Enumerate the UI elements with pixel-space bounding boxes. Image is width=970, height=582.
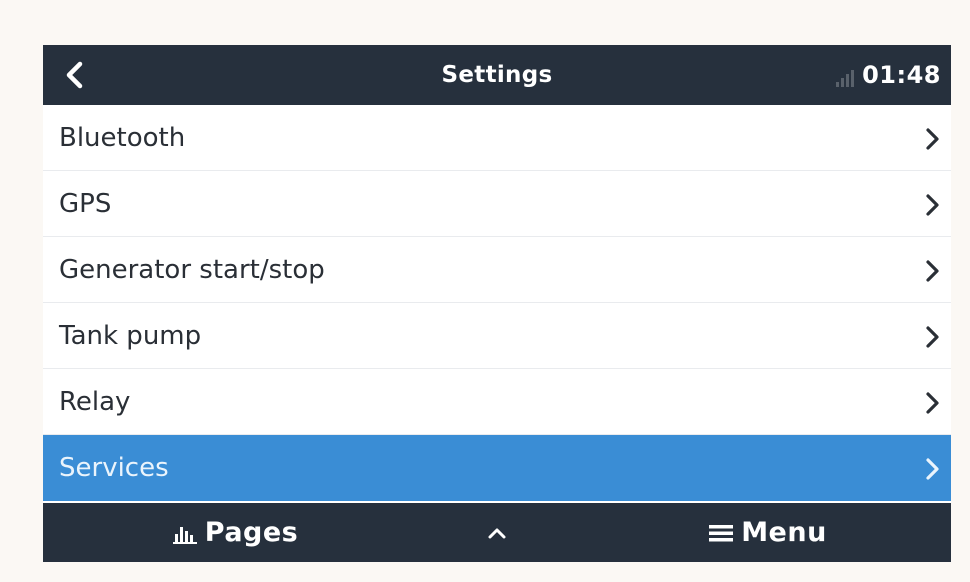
status-area: 01:48 (836, 45, 941, 105)
clock-time: 01:48 (862, 61, 941, 89)
menu-item-gps[interactable]: GPS (43, 171, 951, 237)
menu-button[interactable]: Menu (693, 503, 843, 562)
bar-chart-icon (172, 526, 197, 544)
menu-item-label: Tank pump (59, 321, 202, 351)
chevron-up-icon (488, 528, 506, 538)
chevron-right-icon (926, 458, 939, 480)
menu-item-label: Bluetooth (59, 123, 186, 153)
menu-label: Menu (741, 517, 827, 548)
top-bar: Settings 01:48 (43, 45, 951, 105)
menu-item-label: Generator start/stop (59, 255, 325, 285)
chevron-right-icon (926, 260, 939, 282)
chevron-right-icon (926, 326, 939, 348)
menu-item-generator-start-stop[interactable]: Generator start/stop (43, 237, 951, 303)
hamburger-menu-icon (709, 524, 734, 541)
menu-item-bluetooth[interactable]: Bluetooth (43, 105, 951, 171)
signal-strength-icon (836, 69, 855, 87)
page-title: Settings (441, 62, 553, 88)
settings-list: Bluetooth GPS Generator start/stop Tank … (43, 105, 951, 501)
up-button[interactable] (463, 503, 531, 562)
menu-item-tank-pump[interactable]: Tank pump (43, 303, 951, 369)
menu-item-label: Relay (59, 387, 131, 417)
chevron-right-icon (926, 194, 939, 216)
menu-item-label: Services (59, 453, 169, 483)
pages-label: Pages (204, 517, 299, 548)
menu-item-services[interactable]: Services (43, 435, 951, 501)
chevron-left-icon (66, 61, 83, 89)
back-button[interactable] (43, 45, 105, 105)
menu-item-relay[interactable]: Relay (43, 369, 951, 435)
chevron-right-icon (926, 392, 939, 414)
device-screen: Settings 01:48 Bluetooth GPS Generator s… (43, 45, 951, 562)
pages-button[interactable]: Pages (148, 503, 323, 562)
chevron-right-icon (926, 128, 939, 150)
bottom-bar: Pages Menu (43, 503, 951, 562)
menu-item-label: GPS (59, 189, 112, 219)
